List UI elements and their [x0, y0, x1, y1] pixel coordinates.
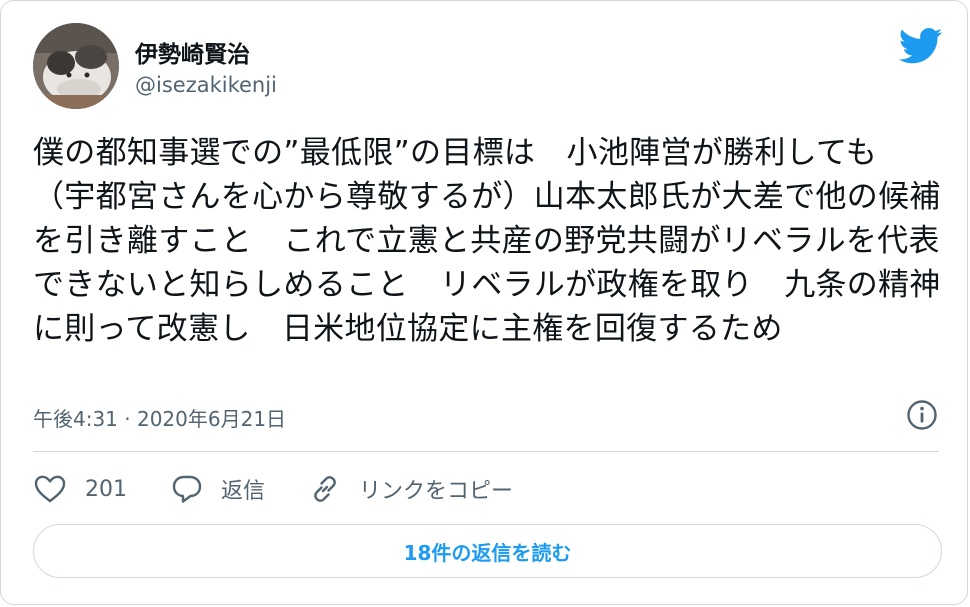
info-icon[interactable]	[906, 399, 938, 431]
reply-button[interactable]: 返信	[171, 473, 265, 505]
heart-icon	[34, 475, 66, 503]
author-handle[interactable]: @isezakikenji	[135, 73, 277, 97]
tweet-text: 僕の都知事選での”最低限”の目標は 小池陣営が勝利しても （宇都宮さんを心から尊…	[33, 135, 941, 347]
like-count: 201	[85, 476, 127, 502]
action-bar: 201 返信 リンクをコピー	[33, 469, 557, 509]
link-icon	[314, 476, 336, 502]
read-replies-button[interactable]: 18件の返信を読む	[33, 524, 942, 578]
reply-label: 返信	[221, 479, 266, 504]
like-button[interactable]: 201	[33, 474, 127, 504]
copy-link-label: リンクをコピー	[359, 479, 514, 504]
tweet-card: 伊勢崎賢治 @isezakikenji 僕の都知事選での”最低限”の目標は 小池…	[0, 0, 968, 605]
copy-link-button[interactable]: リンクをコピー	[309, 473, 513, 505]
tweet-timestamp[interactable]: 午後4:31 · 2020年6月21日	[33, 403, 286, 432]
avatar[interactable]	[33, 23, 119, 109]
author-display-name[interactable]: 伊勢崎賢治	[135, 35, 250, 69]
twitter-bird-icon[interactable]	[899, 27, 943, 65]
reply-icon	[172, 475, 202, 503]
divider	[33, 451, 939, 452]
